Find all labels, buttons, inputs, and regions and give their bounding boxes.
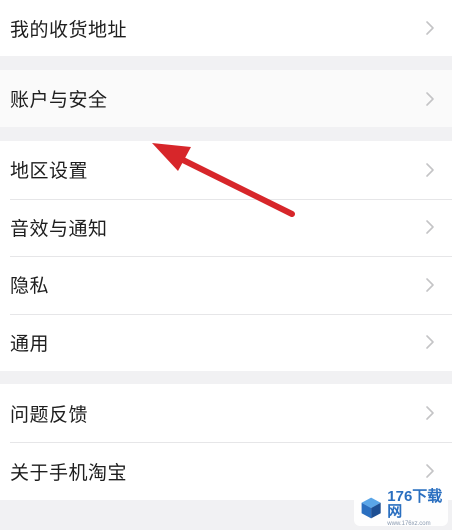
settings-item-label: 问题反馈 [10,403,89,426]
settings-item-shipping-address[interactable]: 我的收货地址 [0,0,452,56]
settings-item-label: 关于手机淘宝 [10,461,128,484]
settings-group-general: 地区设置 音效与通知 隐私 通用 [0,141,452,371]
watermark-badge: 176下载网 www.176xz.com [354,488,448,527]
settings-item-sound-notifications[interactable]: 音效与通知 [0,198,452,257]
chevron-right-icon [426,220,434,235]
watermark-brand: 176下载网 [387,488,443,520]
watermark-url: www.176xz.com [387,521,431,527]
settings-item-privacy[interactable]: 隐私 [0,256,452,314]
chevron-right-icon [426,21,434,35]
chevron-right-icon [426,464,434,478]
settings-item-feedback[interactable]: 问题反馈 [0,384,452,442]
settings-item-label: 通用 [10,332,50,355]
settings-group-account: 账户与安全 [0,70,452,127]
chevron-right-icon [426,91,434,106]
chevron-right-icon [426,335,434,350]
settings-item-label: 地区设置 [10,160,89,183]
settings-item-label: 隐私 [10,275,50,298]
settings-item-account-security[interactable]: 账户与安全 [0,70,452,127]
cube-logo-icon [361,497,381,519]
chevron-right-icon [426,406,434,420]
settings-item-general[interactable]: 通用 [0,313,452,372]
chevron-right-icon [426,277,434,292]
settings-item-region[interactable]: 地区设置 [0,141,452,199]
settings-item-label: 账户与安全 [10,89,108,111]
settings-group-address: 我的收货地址 [0,0,452,56]
settings-group-about: 问题反馈 关于手机淘宝 [0,384,452,500]
chevron-right-icon [426,162,434,177]
settings-item-label: 音效与通知 [10,217,108,240]
settings-item-label: 我的收货地址 [10,18,128,41]
